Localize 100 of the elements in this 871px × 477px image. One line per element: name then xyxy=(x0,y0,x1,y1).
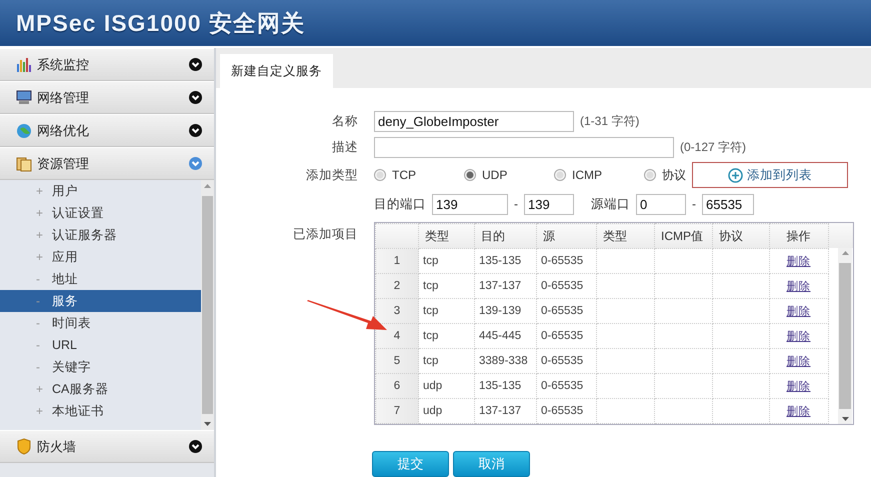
radio-option[interactable]: TCP xyxy=(374,168,464,182)
tree-marker: - xyxy=(36,294,41,308)
sidebar-item[interactable]: - 时间表 xyxy=(0,312,201,334)
delete-link[interactable]: 删除 xyxy=(786,356,810,368)
delete-link[interactable]: 删除 xyxy=(786,256,810,268)
table-cell: udp xyxy=(418,374,474,398)
sidebar-item[interactable]: + CA服务器 xyxy=(0,378,201,400)
tree-marker: - xyxy=(36,316,41,330)
row-number: 1 xyxy=(376,248,418,274)
table-cell xyxy=(596,324,654,348)
row-number: 6 xyxy=(376,374,418,398)
app-title: MPSec ISG1000 安全网关 xyxy=(16,8,305,38)
table-header-background xyxy=(829,223,853,248)
item-label: 用户 xyxy=(52,182,78,200)
tree-marker: + xyxy=(36,184,44,198)
table-cell: 0-65535 xyxy=(536,248,596,274)
table-cell: 0-65535 xyxy=(536,324,596,348)
sidebar-group[interactable]: 网络管理 xyxy=(0,81,214,114)
tree-marker: - xyxy=(36,360,41,374)
range-separator: - xyxy=(514,197,518,211)
item-label: 服务 xyxy=(52,292,78,310)
chevron-down-icon xyxy=(189,440,202,453)
field-label: 添加类型 xyxy=(305,166,358,184)
scrollbar[interactable] xyxy=(201,180,214,430)
sidebar-item[interactable]: + 应用 xyxy=(0,246,201,268)
chevron-down-icon xyxy=(189,124,202,137)
tree-marker: - xyxy=(36,272,41,286)
delete-link[interactable]: 删除 xyxy=(786,280,810,292)
sidebar-item[interactable]: - 关键字 xyxy=(0,356,201,378)
delete-link[interactable]: 删除 xyxy=(786,330,810,342)
port-field[interactable]: 65535 xyxy=(702,194,754,214)
port-field[interactable]: 0 xyxy=(636,194,686,214)
row-number: 5 xyxy=(376,348,418,374)
table-cell: tcp xyxy=(418,298,474,324)
table-cell: 0-65535 xyxy=(536,398,596,424)
column-header: 协议 xyxy=(712,224,770,248)
delete-link[interactable]: 删除 xyxy=(786,306,810,318)
table-cell: 135-135 xyxy=(474,374,536,398)
item-label: 应用 xyxy=(52,248,78,266)
item-label: 认证设置 xyxy=(52,204,104,222)
table-cell xyxy=(654,324,712,348)
table-cell: 0-65535 xyxy=(536,374,596,398)
table-cell: 137-137 xyxy=(474,274,536,298)
column-header: 类型 xyxy=(596,224,654,248)
sidebar-item[interactable]: - URL xyxy=(0,334,201,356)
triangle-down-icon[interactable] xyxy=(842,417,848,421)
table-cell xyxy=(596,348,654,374)
triangle-up-icon[interactable] xyxy=(842,251,848,255)
radio-option[interactable]: ICMP xyxy=(554,168,644,182)
column-header: 目的 xyxy=(474,224,536,248)
port-field[interactable]: 139 xyxy=(432,194,508,214)
radio-option[interactable]: UDP xyxy=(464,168,554,182)
sidebar-item[interactable]: + 认证服务器 xyxy=(0,224,201,246)
shield-icon xyxy=(16,438,32,455)
sidebar-item[interactable]: - 服务 xyxy=(0,290,201,312)
tab[interactable]: 新建自定义服务 xyxy=(220,54,333,88)
tree-marker: + xyxy=(36,404,44,418)
table-cell xyxy=(654,274,712,298)
port-field[interactable]: 139 xyxy=(524,194,574,214)
scrollbar[interactable] xyxy=(838,248,852,424)
radio-option[interactable]: 协议 xyxy=(644,166,686,184)
sidebar-item[interactable]: + 用户 xyxy=(0,180,201,202)
table-cell: 139-139 xyxy=(474,298,536,324)
table-cell: 137-137 xyxy=(474,398,536,424)
table-cell xyxy=(654,298,712,324)
radio-label: ICMP xyxy=(572,168,602,182)
sidebar-group[interactable]: 系统监控 xyxy=(0,48,214,81)
table-cell: tcp xyxy=(418,348,474,374)
radio-label: TCP xyxy=(392,168,416,182)
sidebar-group[interactable]: 网络优化 xyxy=(0,114,214,147)
sidebar-group[interactable]: 防火墙 xyxy=(0,430,214,463)
delete-link[interactable]: 删除 xyxy=(786,406,810,418)
radio-label: UDP xyxy=(482,168,508,182)
delete-link[interactable]: 删除 xyxy=(786,380,810,392)
table-cell xyxy=(596,398,654,424)
table-cell xyxy=(654,398,712,424)
item-label: 地址 xyxy=(52,270,78,288)
field-label: 描述 xyxy=(331,138,358,156)
row-number: 7 xyxy=(376,398,418,424)
sidebar-item[interactable]: + 认证设置 xyxy=(0,202,201,224)
table-cell: tcp xyxy=(418,248,474,274)
sidebar-item[interactable]: + 本地证书 xyxy=(0,400,201,422)
tree-marker: + xyxy=(36,228,44,242)
sidebar-item[interactable]: - 地址 xyxy=(0,268,201,290)
column-header: 类型 xyxy=(418,224,474,248)
triangle-up-icon[interactable] xyxy=(204,184,211,188)
table-cell xyxy=(596,248,654,274)
sidebar-group[interactable]: 资源管理 xyxy=(0,147,214,180)
name-field[interactable]: deny_GlobeImposter xyxy=(374,110,574,132)
row-number: 2 xyxy=(376,274,418,298)
add-to-list-button[interactable]: 添加到列表 xyxy=(692,162,848,188)
bar-chart-icon xyxy=(16,58,32,72)
folder-icon xyxy=(16,156,32,172)
column-header: 源 xyxy=(536,224,596,248)
item-label: CA服务器 xyxy=(52,380,108,398)
field-hint: (1-31 字符) xyxy=(580,112,640,130)
radio-label: 协议 xyxy=(662,166,686,184)
table-cell: 0-65535 xyxy=(536,298,596,324)
description-field[interactable] xyxy=(374,136,674,158)
triangle-down-icon[interactable] xyxy=(204,422,211,426)
